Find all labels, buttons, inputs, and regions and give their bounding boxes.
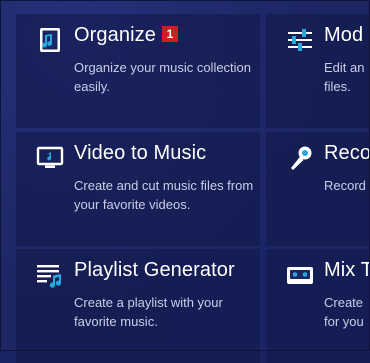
microphone-icon xyxy=(286,144,314,172)
tile-description: Record xyxy=(324,178,366,193)
cassette-icon xyxy=(286,261,314,289)
tile-title: Organize 1 xyxy=(74,24,178,47)
tile-description: Organize your music collection easily. xyxy=(74,60,252,94)
tile-description: Edit an files. xyxy=(324,60,365,94)
tile-title: Video to Music xyxy=(74,142,207,164)
tile-title: Mix T xyxy=(324,259,370,281)
tile-organize[interactable]: Organize 1 Organize your music collection… xyxy=(16,14,260,128)
tile-title: Mod xyxy=(324,24,364,46)
tile-playlist-generator[interactable]: Playlist Generator Create a playlist wit… xyxy=(16,249,260,363)
music-file-icon xyxy=(36,26,64,54)
tv-icon xyxy=(36,144,64,172)
tile-description: Create and cut music files from your fav… xyxy=(74,178,254,212)
tile-title: Reco xyxy=(324,142,370,164)
tile-description: Create for you xyxy=(324,295,364,329)
tile-record[interactable]: Reco Record xyxy=(266,132,370,246)
sliders-icon xyxy=(286,26,314,54)
tile-title: Playlist Generator xyxy=(74,259,235,281)
tile-mix[interactable]: Mix T Create for you xyxy=(266,249,370,363)
tile-description: Create a playlist with your favorite mus… xyxy=(74,295,223,329)
notification-badge: 1 xyxy=(161,26,178,42)
playlist-icon xyxy=(36,261,64,289)
tile-mod[interactable]: Mod Edit an files. xyxy=(266,14,370,128)
tile-video-to-music[interactable]: Video to Music Create and cut music file… xyxy=(16,132,260,246)
